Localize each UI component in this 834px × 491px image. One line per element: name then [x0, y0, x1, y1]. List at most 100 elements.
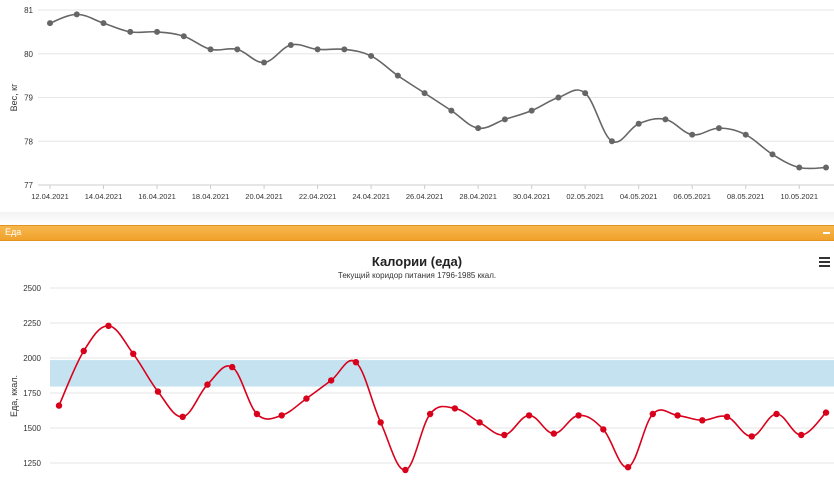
calories-point — [699, 417, 706, 424]
y-tick-label: 1500 — [23, 424, 41, 433]
calories-point — [352, 359, 360, 366]
calories-point — [204, 381, 211, 388]
x-tick-label: 30.04.2021 — [513, 192, 551, 201]
x-tick-label: 02.05.2021 — [566, 192, 604, 201]
x-tick-label: 22.04.2021 — [299, 192, 337, 201]
calories-point — [575, 412, 582, 419]
calories-point — [426, 410, 434, 418]
weight-point — [47, 20, 53, 27]
x-tick-label: 06.05.2021 — [673, 192, 711, 201]
calories-point — [154, 388, 162, 395]
calories-point — [253, 410, 261, 418]
calories-point — [600, 426, 607, 433]
weight-line — [49, 13, 827, 170]
weight-point — [314, 46, 321, 53]
x-tick-label: 08.05.2021 — [727, 192, 765, 201]
weight-point — [769, 151, 776, 158]
calories-point — [674, 412, 681, 419]
weight-point — [689, 131, 696, 138]
y-axis-label: Вес, кг — [9, 83, 19, 111]
weight-point — [100, 20, 107, 27]
calories-point — [278, 412, 285, 419]
weight-point — [154, 28, 161, 35]
y-tick-label: 81 — [24, 6, 33, 15]
weight-point — [823, 164, 829, 171]
weight-point — [127, 28, 134, 35]
chart-subtitle: Текущий коридор питания 1796-1985 ккал. — [337, 271, 497, 280]
calories-point — [55, 402, 63, 409]
x-tick-label: 26.04.2021 — [406, 192, 444, 201]
weight-point — [662, 116, 669, 123]
y-tick-label: 1250 — [23, 459, 41, 468]
calories-point — [402, 466, 409, 474]
calories-point — [327, 377, 335, 384]
calories-point — [773, 410, 780, 418]
calories-point — [649, 410, 657, 418]
weight-point — [234, 46, 241, 53]
weight-point — [287, 42, 294, 48]
y-tick-label: 2000 — [23, 354, 41, 363]
x-tick-label: 16.04.2021 — [138, 192, 176, 201]
food-section-title: Еда — [5, 227, 22, 237]
calories-point — [105, 322, 112, 329]
calories-point — [303, 395, 310, 402]
y-tick-label: 80 — [24, 50, 33, 59]
section-divider — [0, 212, 834, 225]
weight-point — [715, 125, 722, 132]
calories-point — [798, 431, 805, 439]
calories-point — [80, 347, 87, 355]
y-tick-label: 79 — [24, 94, 33, 103]
y-axis-label: Еда, ккал. — [9, 375, 19, 417]
weight-point — [341, 46, 348, 53]
calories-point — [451, 405, 459, 412]
weight-chart: 77 78 79 80 81 Вес, кг 12.04.2021 14.04.2021 16.… — [9, 6, 834, 201]
weight-point — [742, 131, 749, 138]
calories-point — [550, 430, 558, 437]
y-tick-label: 2250 — [23, 319, 41, 328]
weight-point — [261, 59, 268, 66]
weight-point — [501, 116, 508, 123]
weight-point — [475, 125, 482, 132]
calories-point — [501, 431, 508, 439]
x-tick-label: 18.04.2021 — [192, 192, 230, 201]
calories-point — [130, 350, 137, 357]
calories-point — [525, 412, 533, 419]
collapse-icon[interactable] — [823, 232, 830, 234]
calories-point — [723, 413, 731, 420]
calories-point — [476, 419, 483, 426]
x-tick-label: 10.05.2021 — [780, 192, 818, 201]
x-tick-label: 04.05.2021 — [620, 192, 658, 201]
x-tick-label: 28.04.2021 — [459, 192, 497, 201]
calories-point — [228, 363, 236, 371]
y-tick-label: 2500 — [23, 284, 41, 293]
weight-point — [608, 138, 615, 145]
weight-point — [368, 52, 375, 59]
calories-point — [179, 413, 186, 420]
weight-point — [73, 11, 80, 18]
weight-point — [394, 72, 401, 79]
chart-title: Калории (еда) — [371, 254, 463, 269]
y-tick-label: 1750 — [23, 389, 41, 398]
x-tick-label: 14.04.2021 — [85, 192, 123, 201]
hamburger-icon[interactable] — [819, 257, 830, 267]
calories-point — [748, 433, 755, 440]
x-tick-label: 12.04.2021 — [31, 192, 69, 201]
weight-point — [207, 46, 214, 53]
weight-point — [180, 33, 187, 40]
weight-point — [448, 107, 455, 114]
weight-point — [421, 90, 428, 97]
weight-point — [635, 120, 642, 127]
weight-point — [555, 94, 562, 101]
y-tick-label: 77 — [24, 181, 33, 190]
weight-point — [796, 164, 803, 171]
x-tick-label: 24.04.2021 — [352, 192, 390, 201]
nutrition-corridor-band — [50, 360, 834, 387]
weight-point — [528, 107, 535, 114]
y-tick-label: 78 — [24, 137, 33, 146]
calories-line — [58, 324, 827, 471]
calories-point — [377, 419, 384, 426]
calories-point — [822, 409, 830, 416]
food-section-header[interactable]: Еда — [0, 225, 834, 241]
calories-point — [624, 464, 632, 471]
weight-point — [582, 90, 589, 97]
